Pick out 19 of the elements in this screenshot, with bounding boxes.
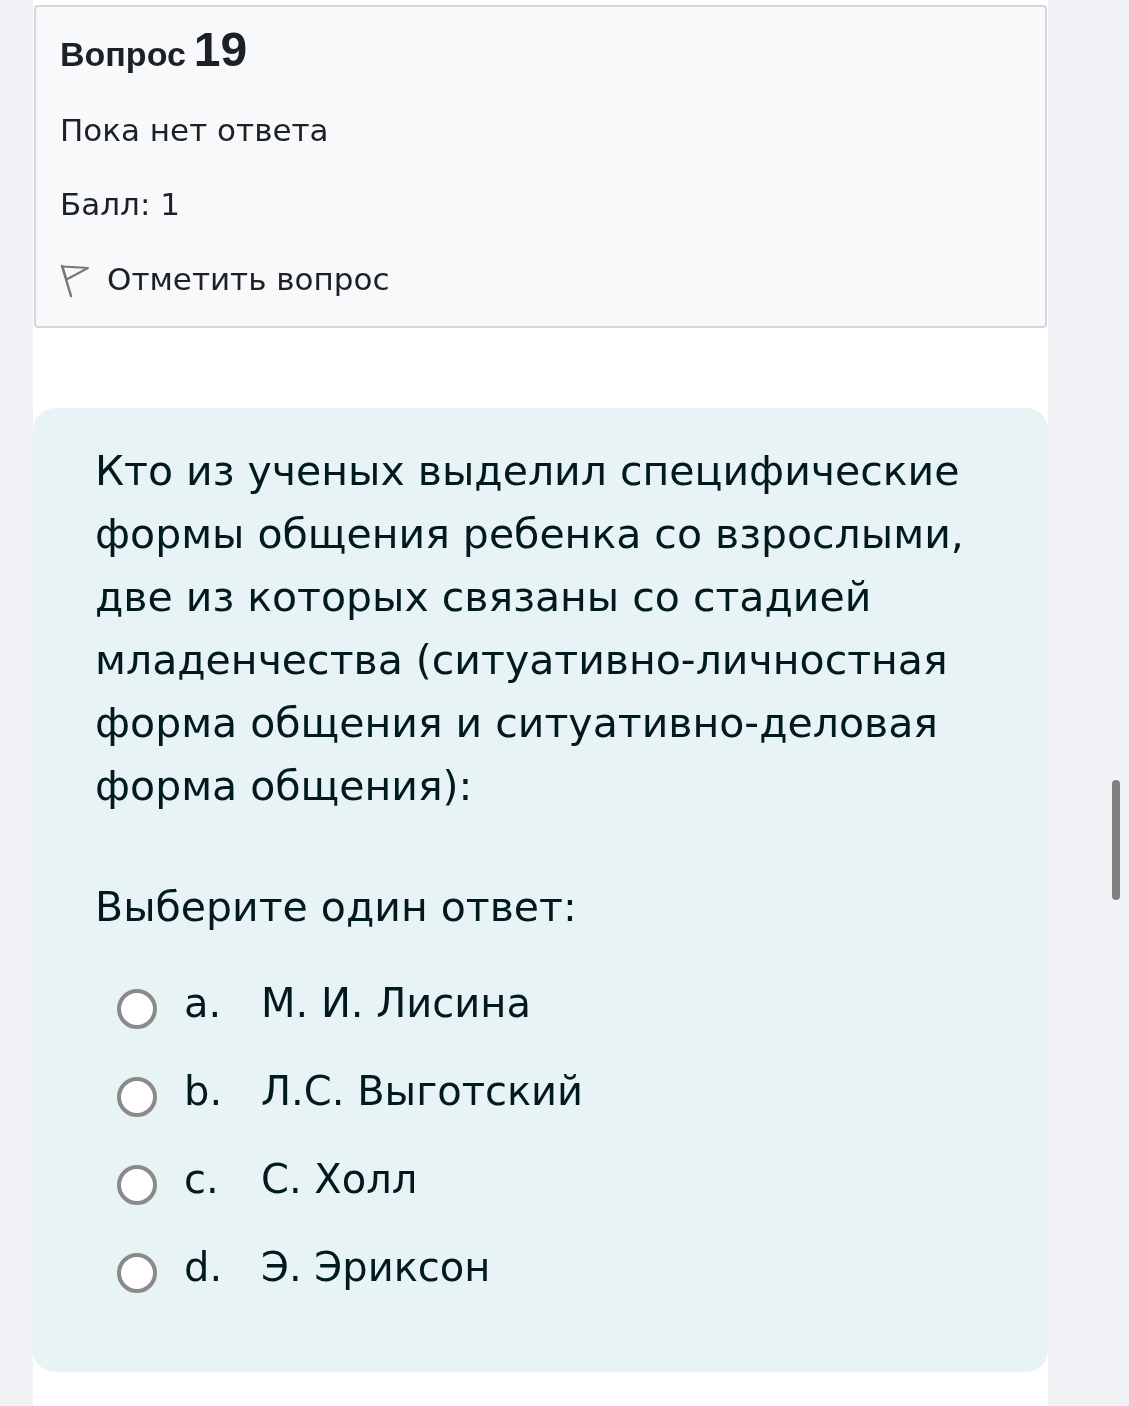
option-letter: a. xyxy=(184,979,223,1028)
question-text: Кто из ученых выделил специфические формы общения ребенка со взрослыми, две из которых связаны со стадией младенчества (ситуативно-личностная форма общения и ситуативно-деловая форма общения): xyxy=(95,446,965,812)
question-number: 19 xyxy=(193,22,248,78)
option-letter: d. xyxy=(184,1243,224,1292)
answer-prompt: Выберите один ответ: xyxy=(95,882,578,933)
option-letter: b. xyxy=(184,1067,224,1116)
radio-button[interactable] xyxy=(117,989,157,1029)
radio-button[interactable] xyxy=(117,1077,157,1117)
answer-status-text: Пока нет ответа xyxy=(60,111,330,150)
option-letter: c. xyxy=(184,1155,220,1204)
option-label[interactable]: Э. Эриксон xyxy=(261,1242,491,1292)
option-label[interactable]: С. Холл xyxy=(261,1154,418,1204)
flag-question-link[interactable]: Отметить вопрос xyxy=(60,259,390,299)
radio-button[interactable] xyxy=(117,1165,157,1205)
question-label: Вопрос xyxy=(60,34,186,75)
radio-button[interactable] xyxy=(117,1253,157,1293)
grade-text: Балл: 1 xyxy=(60,185,181,224)
option-label[interactable]: Л.С. Выготский xyxy=(261,1066,584,1116)
option-label[interactable]: М. И. Лисина xyxy=(261,978,532,1028)
